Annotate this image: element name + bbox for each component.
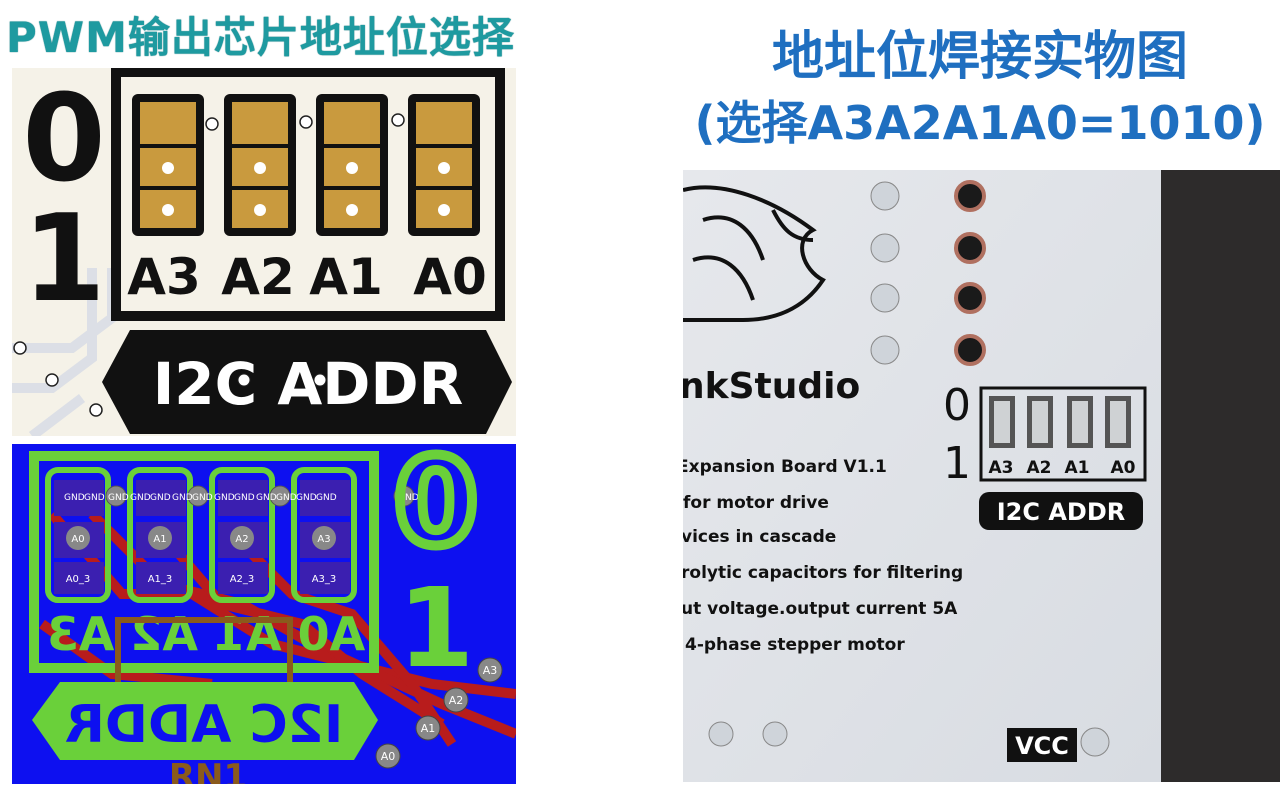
pad-net-a0: A0 [71,534,84,545]
gnd-label: GND [214,493,235,503]
right-title-line2: (选择A3A2A1A0=1010) [694,96,1266,150]
mirrored-pad-row: A0 A1 A2 A3 [47,607,365,661]
gnd-label: GND [316,493,337,503]
jumper-pad-a3 [132,94,204,236]
pad-label-a2: A2 [221,248,295,306]
mirrored-pad-text: A0 A1 A2 A3 [47,607,365,661]
gnd-label: GND [296,493,317,503]
gnd-label: GND [64,493,85,503]
trace-label-a0: A0 [381,750,396,763]
gnd-label: GND [276,493,297,503]
digit-one: 1 [22,190,106,329]
gnd-labels: GND GND GND GND GND GND GND GND GND GND … [64,493,419,503]
left-title: PWM输出芯片地址位选择 [6,13,515,62]
photo-digit-one: 1 [943,438,971,489]
digit-zero: 0 [22,70,106,209]
photo-digit-zero: 0 [943,380,971,431]
gnd-label: GND [150,493,171,503]
trace-label-a2: A2 [449,694,464,707]
photo-banner-text: I2C ADDR [997,498,1126,526]
vcc-label: VCC [1015,732,1069,760]
trace-label-a1: A1 [421,722,436,735]
desc-line-2: for motor drive [683,493,829,513]
digit-one: 1 [398,564,475,692]
desc-line-6: 4-phase stepper motor [685,635,905,655]
pcb-top-svg: 0 1 A3 A2 A1 A0 I2C ADDR [12,68,512,436]
digit-zero-outline: 0 [394,444,478,573]
gnd-label: GND [256,493,277,503]
gnd-label: GND [234,493,255,503]
gnd-label: GND [84,493,105,503]
pad-label-a1: A1 [309,248,383,306]
pad-net-a3: A3 [317,534,330,545]
gnd-label: GND [108,493,129,503]
mirrored-banner: I2C ADDR [65,695,343,755]
jumper-pad-a0 [408,94,480,236]
pcb-top-render: 0 1 A3 A2 A1 A0 I2C ADDR [12,68,516,436]
desc-line-1: Expansion Board V1.1 [683,457,887,477]
photo-pad-a0: A0 [1111,458,1136,478]
photo-pad-a2: A2 [1027,458,1052,478]
gnd-label: GND [172,493,193,503]
mirrored-banner-text: I2C ADDR [65,695,343,755]
board-photo: nkStudio 0 1 A3 A2 A1 A0 I2C ADDR Expans… [683,170,1280,782]
pad-label-a3: A3 [127,248,201,306]
jumper-pad-a1 [316,94,388,236]
gnd-label: GND [192,493,213,503]
trace-label-a3: A3 [483,664,498,677]
desc-line-5: ut voltage.output current 5A [683,599,958,619]
pcb-bottom-svg: GND GND GND GND GND GND GND GND GND GND … [29,444,516,784]
dark-edge [1161,170,1280,782]
part-label: RN1 [169,757,247,784]
photo-svg: nkStudio 0 1 A3 A2 A1 A0 I2C ADDR Expans… [683,170,1280,782]
pad-sub-a2: A2_3 [230,574,255,585]
pad-sub-a3: A3_3 [312,574,337,585]
right-title-line1: 地址位焊接实物图 [771,27,1188,87]
photo-pad-a1: A1 [1065,458,1090,478]
pad-net-a2: A2 [235,534,248,545]
pad-sub-a1: A1_3 [148,574,173,585]
pad-net-a1: A1 [153,534,166,545]
jumper-pad-a2 [224,94,296,236]
pad-label-a0: A0 [413,248,487,306]
photo-pad-a3: A3 [989,458,1014,478]
pcb-bottom-layout: GND GND GND GND GND GND GND GND GND GND … [12,444,516,784]
right-title: 地址位焊接实物图 (选择A3A2A1A0=1010) [690,24,1270,156]
i2c-banner-text: I2C ADDR [153,350,464,418]
desc-line-3: vices in cascade [683,527,836,547]
desc-line-4: rolytic capacitors for filtering [683,563,963,583]
brand-text: nkStudio [683,366,860,407]
gnd-label: GND [130,493,151,503]
pad-sub-a0: A0_3 [66,574,91,585]
